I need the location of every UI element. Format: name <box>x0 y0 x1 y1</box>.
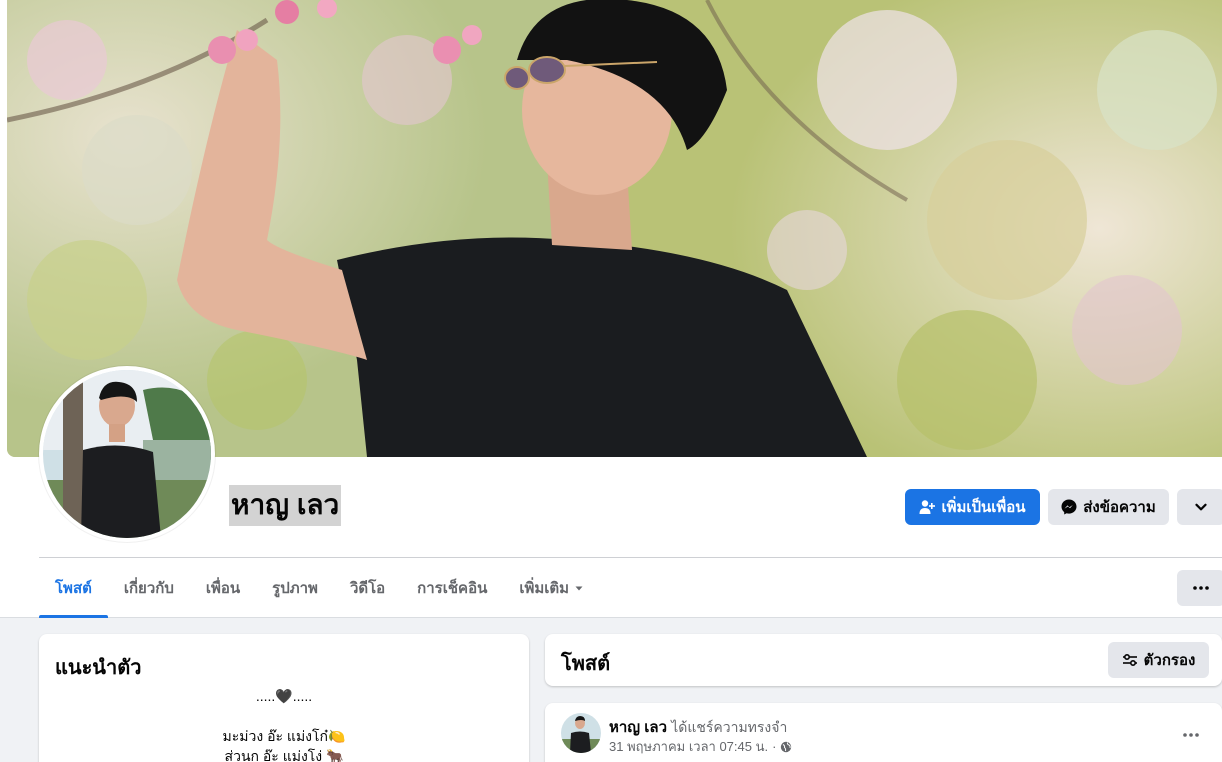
tab-about[interactable]: เกี่ยวกับ <box>108 558 190 618</box>
chevron-down-icon <box>1195 503 1207 511</box>
post-options-button[interactable] <box>1173 717 1209 753</box>
bio-line: ส่วนก อ๊ะ แม่งโง่ 🐂 <box>224 748 344 762</box>
tab-more[interactable]: เพิ่มเติม <box>503 558 601 618</box>
message-button[interactable]: ส่งข้อความ <box>1048 489 1169 525</box>
tab-checkins[interactable]: การเช็คอิน <box>401 558 503 618</box>
post-author-avatar[interactable] <box>561 713 601 753</box>
more-actions-button[interactable] <box>1177 489 1222 525</box>
ellipsis-icon <box>1193 586 1209 590</box>
tab-label: เพื่อน <box>205 580 241 597</box>
tab-friends[interactable]: เพื่อน <box>190 558 256 618</box>
meta-separator: · <box>772 739 777 754</box>
posts-title: โพสต์ <box>561 653 611 675</box>
add-friend-label: เพิ่มเป็นเพื่อน <box>941 499 1026 516</box>
post-action-text: ได้แชร์ความทรงจำ <box>671 719 788 735</box>
intro-bio: .....🖤..... มะม่วง อ๊ะ แม่งโก๋🍋 ส่วนก อ๊… <box>39 686 529 762</box>
tab-label: วิดีโอ <box>349 580 386 597</box>
add-friend-icon <box>919 500 936 514</box>
post-meta: 31 พฤษภาคม เวลา 07:45 น. · <box>609 736 792 757</box>
profile-avatar[interactable] <box>39 366 215 542</box>
profile-tabs: โพสต์ เกี่ยวกับ เพื่อน รูปภาพ วิดีโอ การ… <box>39 558 601 618</box>
posts-header-card: โพสต์ ตัวกรอง <box>545 634 1222 686</box>
tab-label: รูปภาพ <box>272 580 318 597</box>
messenger-icon <box>1061 499 1077 515</box>
profile-name: หาญ เลว <box>229 485 342 526</box>
tab-label: การเช็คอิน <box>417 580 488 597</box>
post-author-name[interactable]: หาญ เลว <box>609 719 667 736</box>
intro-title: แนะนำตัว <box>55 657 142 679</box>
add-friend-button[interactable]: เพิ่มเป็นเพื่อน <box>905 489 1040 525</box>
cover-photo-image <box>7 0 1222 457</box>
bio-line: มะม่วง อ๊ะ แม่งโก๋🍋 <box>222 728 346 744</box>
cover-photo[interactable] <box>7 0 1222 457</box>
intro-card: แนะนำตัว .....🖤..... มะม่วง อ๊ะ แม่งโก๋🍋… <box>39 634 529 762</box>
post-author-avatar-image <box>561 713 601 753</box>
ellipsis-icon <box>1183 733 1199 737</box>
tab-photos[interactable]: รูปภาพ <box>256 558 334 618</box>
message-label: ส่งข้อความ <box>1083 499 1156 516</box>
caret-down-icon <box>575 586 583 591</box>
profile-avatar-image <box>43 370 211 538</box>
globe-icon <box>781 741 792 752</box>
filter-label: ตัวกรอง <box>1143 652 1196 669</box>
bio-line: .....🖤..... <box>255 688 313 704</box>
tab-label: เพิ่มเติม <box>519 580 570 597</box>
filter-sliders-icon <box>1122 653 1137 667</box>
post-card: หาญ เลว ได้แชร์ความทรงจำ 31 พฤษภาคม เวลา… <box>545 703 1222 762</box>
tab-videos[interactable]: วิดีโอ <box>334 558 401 618</box>
bio-spacer <box>39 706 529 726</box>
filter-button[interactable]: ตัวกรอง <box>1108 642 1209 678</box>
post-timestamp[interactable]: 31 พฤษภาคม เวลา 07:45 น. <box>609 736 768 757</box>
tab-label: โพสต์ <box>55 580 92 597</box>
tabs-overflow-button[interactable] <box>1177 570 1222 606</box>
tab-posts[interactable]: โพสต์ <box>39 558 108 618</box>
tab-label: เกี่ยวกับ <box>123 580 174 597</box>
